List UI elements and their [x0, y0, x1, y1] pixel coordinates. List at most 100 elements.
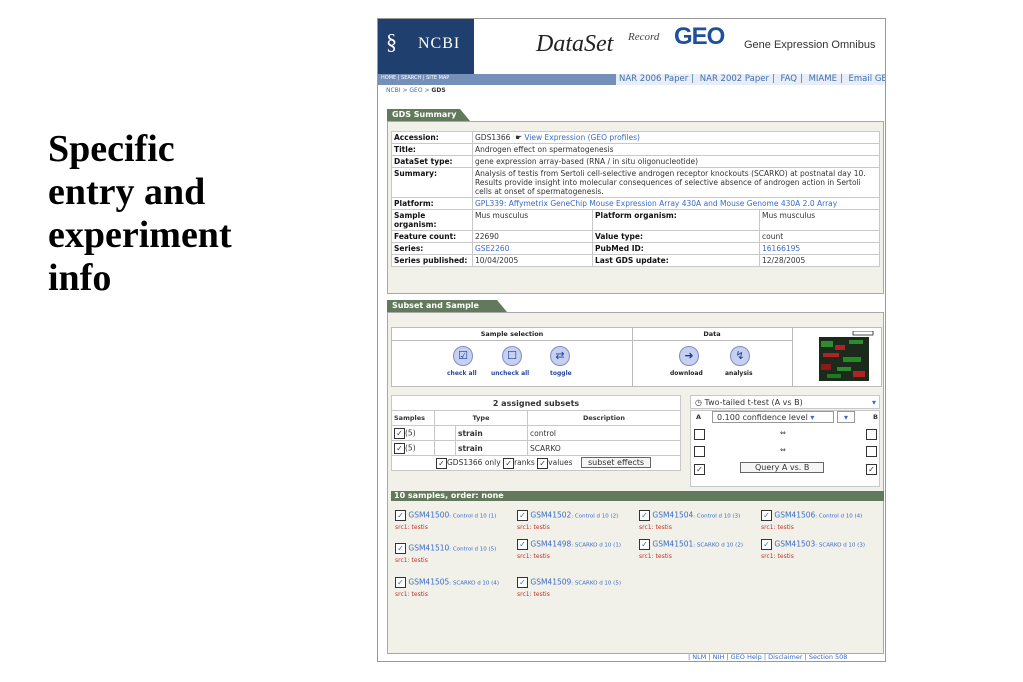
- subset-effects-button[interactable]: subset effects: [580, 457, 652, 469]
- footer-links[interactable]: | NLM | NIH | GEO Help | Disclaimer | Se…: [688, 653, 847, 661]
- arrow-icon: ⇔: [780, 429, 786, 437]
- title-value: Androgen effect on spermatogenesis: [472, 143, 880, 156]
- table-row: Feature count: 22690 Value type: count: [391, 230, 880, 243]
- uncheck-all-icon[interactable]: ☐: [502, 346, 522, 366]
- sample-id[interactable]: GSM41510: [408, 544, 449, 553]
- download-button[interactable]: download: [670, 370, 703, 377]
- sample-checkbox[interactable]: ✓: [395, 577, 406, 588]
- b-checkbox[interactable]: [866, 429, 877, 440]
- sample-desc: : SCARKO d 10 (3): [815, 542, 865, 549]
- check-all-icon[interactable]: ☑: [453, 346, 473, 366]
- sample-id[interactable]: GSM41503: [774, 540, 815, 549]
- sample-id[interactable]: GSM41498: [530, 540, 571, 549]
- col-a: A: [696, 413, 702, 421]
- test-select[interactable]: ◷ Two-tailed t-test (A vs B) ▾: [690, 395, 880, 409]
- sample-checkbox[interactable]: ✓: [761, 539, 772, 550]
- sample-item[interactable]: ✓ GSM41498: SCARKO d 10 (1) src1: testis: [517, 539, 637, 561]
- gds-summary-table: Accession: GDS1366 ☛ View Expression (GE…: [391, 131, 880, 267]
- sample-checkbox[interactable]: ✓: [761, 510, 772, 521]
- query-button[interactable]: Query A vs. B: [740, 462, 825, 473]
- values-checkbox[interactable]: ✓: [537, 457, 549, 469]
- sample-item[interactable]: ✓ GSM41500: Control d 10 (1) src1: testis: [395, 510, 515, 532]
- ncbi-logo-icon: §: [386, 29, 397, 54]
- sample-src: src1: testis: [395, 524, 428, 531]
- sample-id[interactable]: GSM41500: [408, 511, 449, 520]
- geo-logo[interactable]: GEO: [674, 23, 725, 51]
- src-value: testis: [777, 552, 794, 560]
- sample-count-cell: ✓ (5): [391, 440, 435, 456]
- sample-checkbox[interactable]: ✓: [395, 510, 406, 521]
- download-icon[interactable]: ➜: [679, 346, 699, 366]
- sample-item[interactable]: ✓ GSM41505: SCARKO d 10 (4) src1: testis: [395, 577, 515, 599]
- sample-checkbox[interactable]: ✓: [517, 577, 528, 588]
- view-expression-link[interactable]: View Expression (GEO profiles): [524, 133, 640, 142]
- sample-item[interactable]: ✓ GSM41509: SCARKO d 10 (5) src1: testis: [517, 577, 637, 599]
- chevron-down-icon: ▾: [810, 413, 815, 422]
- src-label: src1:: [517, 590, 532, 598]
- b-checkbox[interactable]: [866, 446, 877, 457]
- sample-checkbox[interactable]: ✓: [639, 539, 650, 550]
- nav-left-links[interactable]: HOME | SEARCH | SITE MAP: [381, 75, 449, 81]
- accession-id: GDS1366: [475, 133, 511, 142]
- sample-id[interactable]: GSM41501: [652, 540, 693, 549]
- b-checkbox[interactable]: ✓: [866, 464, 877, 475]
- geo-banner: § NCBI DataSet Record GEO Gene Expressio…: [378, 19, 885, 74]
- sample-id[interactable]: GSM41505: [408, 578, 449, 587]
- nav-link-nar2002[interactable]: NAR 2002 Paper: [697, 74, 772, 84]
- sample-checkbox[interactable]: ✓: [517, 539, 528, 550]
- src-label: src1:: [761, 523, 776, 531]
- sample-checkbox[interactable]: ✓: [395, 543, 406, 554]
- spacer-cell: [434, 425, 456, 441]
- col-b: B: [873, 413, 878, 421]
- sample-item[interactable]: ✓ GSM41502: Control d 10 (2) src1: testis: [517, 510, 637, 532]
- sample-desc: : SCARKO d 10 (2): [693, 542, 743, 549]
- sample-src: src1: testis: [517, 524, 550, 531]
- sample-id[interactable]: GSM41502: [530, 511, 571, 520]
- sample-checkbox[interactable]: ✓: [639, 510, 650, 521]
- a-checkbox[interactable]: [694, 446, 705, 457]
- geo-full-name: Gene Expression Omnibus: [744, 39, 876, 51]
- sample-item[interactable]: ✓ GSM41501: SCARKO d 10 (2) src1: testis: [639, 539, 759, 561]
- sample-item[interactable]: ✓ GSM41506: Control d 10 (4) src1: testis: [761, 510, 881, 532]
- a-checkbox[interactable]: ✓: [694, 464, 705, 475]
- chevron-down-icon: ▾: [871, 398, 876, 407]
- ranks-checkbox[interactable]: ✓: [503, 457, 515, 469]
- src-label: src1:: [639, 552, 654, 560]
- sample-item[interactable]: ✓ GSM41504: Control d 10 (3) src1: testis: [639, 510, 759, 532]
- sample-id[interactable]: GSM41506: [774, 511, 815, 520]
- series-link[interactable]: GSE2260: [472, 242, 593, 255]
- src-label: src1:: [395, 556, 410, 564]
- analysis-icon[interactable]: ↯: [730, 346, 750, 366]
- sample-id[interactable]: GSM41504: [652, 511, 693, 520]
- src-label: src1:: [639, 523, 654, 531]
- subset-checkbox[interactable]: ✓: [394, 427, 405, 439]
- nav-link-miame[interactable]: MIAME: [806, 74, 840, 84]
- pubmed-link[interactable]: 16166195: [759, 242, 880, 255]
- organism-label: Sample organism:: [391, 209, 473, 231]
- nav-link-email[interactable]: Email GEO: [846, 74, 885, 84]
- confidence-select[interactable]: 0.100 confidence level ▾: [712, 411, 834, 423]
- chevron-down-icon[interactable]: ▾: [837, 411, 855, 423]
- check-all-button[interactable]: check all: [447, 370, 477, 377]
- cluster-heatmap-thumbnail-icon[interactable]: [809, 331, 879, 383]
- sample-item[interactable]: ✓ GSM41510: Control d 10 (5) src1: testis: [395, 543, 515, 565]
- sample-desc: : Control d 10 (3): [693, 513, 741, 520]
- gds-only-checkbox[interactable]: ✓: [436, 457, 447, 469]
- a-checkbox[interactable]: [694, 429, 705, 440]
- ncbi-logo-box[interactable]: § NCBI: [378, 19, 474, 74]
- sample-id[interactable]: GSM41509: [530, 578, 571, 587]
- toggle-icon[interactable]: ⇄: [550, 346, 570, 366]
- breadcrumb-path[interactable]: NCBI > GEO >: [386, 87, 431, 94]
- toggle-button[interactable]: toggle: [550, 370, 572, 377]
- sample-item[interactable]: ✓ GSM41503: SCARKO d 10 (3) src1: testis: [761, 539, 881, 561]
- analysis-button[interactable]: analysis: [725, 370, 753, 377]
- pointing-hand-icon: ☛: [515, 133, 522, 142]
- nav-link-faq[interactable]: FAQ: [778, 74, 800, 84]
- sample-checkbox[interactable]: ✓: [517, 510, 528, 521]
- subset-checkbox[interactable]: ✓: [394, 442, 405, 454]
- col-description: Description: [527, 410, 681, 426]
- sample-src: src1: testis: [639, 524, 672, 531]
- nav-link-nar2006[interactable]: NAR 2006 Paper: [616, 74, 691, 84]
- platform-link[interactable]: GPL339: Affymetrix GeneChip Mouse Expres…: [472, 197, 880, 210]
- uncheck-all-button[interactable]: uncheck all: [491, 370, 529, 377]
